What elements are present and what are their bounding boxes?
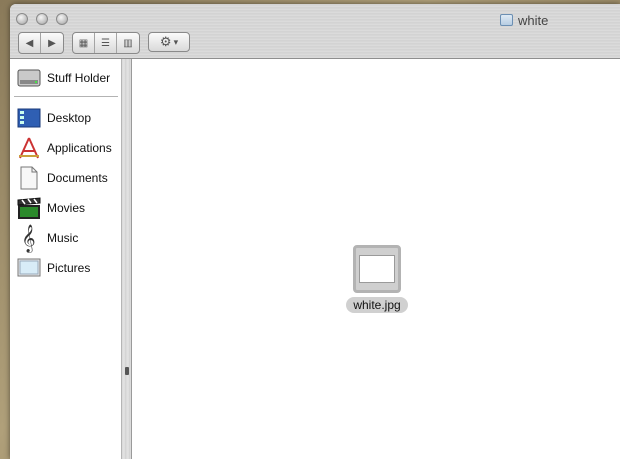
sidebar-item-documents[interactable]: Documents <box>16 165 108 191</box>
file-browser-area: white.jpg <box>132 59 620 459</box>
resize-grip-icon <box>125 367 129 375</box>
chevron-down-icon: ▾ <box>173 36 179 47</box>
sidebar-item-label: Desktop <box>47 111 92 125</box>
sidebar-item-music[interactable]: 𝄞 Music <box>16 225 78 251</box>
sidebar-item-stuff-holder[interactable]: Stuff Holder <box>16 65 110 91</box>
close-button[interactable] <box>16 13 28 25</box>
music-icon: 𝄞 <box>21 224 36 252</box>
sidebar-item-label: Movies <box>47 201 86 215</box>
forward-button[interactable]: ▶ <box>41 33 63 53</box>
sidebar-item-pictures[interactable]: Pictures <box>16 255 90 281</box>
forward-arrow-icon: ▶ <box>48 37 56 49</box>
sidebar-item-movies[interactable]: Movies <box>16 195 85 221</box>
window-title: white <box>518 12 549 28</box>
movies-icon <box>16 196 41 221</box>
file-name-label: white.jpg <box>346 297 408 313</box>
sidebar-resize-handle[interactable] <box>122 59 132 459</box>
list-view-button[interactable]: ☰ <box>95 33 117 53</box>
view-mode-control: ▦ ☰ ▥ <box>72 32 140 54</box>
icon-view-icon: ▦ <box>78 37 89 49</box>
action-menu-button[interactable]: ⚙ ▾ <box>148 32 190 52</box>
list-view-icon: ☰ <box>101 37 110 49</box>
toolbar: ◀ ▶ ▦ ☰ ▥ ⚙ ▾ <box>18 32 190 54</box>
back-button[interactable]: ◀ <box>19 33 41 53</box>
sidebar-item-label: Stuff Holder <box>47 71 111 85</box>
sidebar-item-label: Documents <box>47 171 108 185</box>
sidebar-item-label: Applications <box>47 141 112 155</box>
zoom-button[interactable] <box>56 13 68 25</box>
sidebar: Stuff Holder Desktop Applications Docume… <box>10 59 122 459</box>
column-view-icon: ▥ <box>123 37 133 49</box>
desktop-icon <box>16 106 41 131</box>
sidebar-divider <box>14 96 118 97</box>
documents-icon <box>16 166 41 191</box>
titlebar[interactable]: white ◀ ▶ ▦ ☰ ▥ ⚙ ▾ <box>10 4 620 59</box>
back-forward-control: ◀ ▶ <box>18 32 64 54</box>
sidebar-item-applications[interactable]: Applications <box>16 135 112 161</box>
back-arrow-icon: ◀ <box>25 37 34 49</box>
finder-window: white ◀ ▶ ▦ ☰ ▥ ⚙ ▾ Stuff Holder Desktop… <box>10 4 620 459</box>
window-title-area: white <box>500 12 548 28</box>
file-item-white-jpg[interactable]: white.jpg <box>338 245 416 313</box>
gear-icon: ⚙ <box>159 34 172 49</box>
hard-drive-icon <box>16 66 41 91</box>
sidebar-item-label: Music <box>47 231 79 245</box>
sidebar-item-label: Pictures <box>47 261 91 275</box>
applications-icon <box>16 136 41 161</box>
icon-view-button[interactable]: ▦ <box>73 33 95 53</box>
pictures-icon <box>16 256 41 281</box>
column-view-button[interactable]: ▥ <box>117 33 139 53</box>
folder-icon <box>500 14 513 26</box>
minimize-button[interactable] <box>36 13 48 25</box>
image-file-icon <box>353 245 401 293</box>
sidebar-item-desktop[interactable]: Desktop <box>16 105 91 131</box>
